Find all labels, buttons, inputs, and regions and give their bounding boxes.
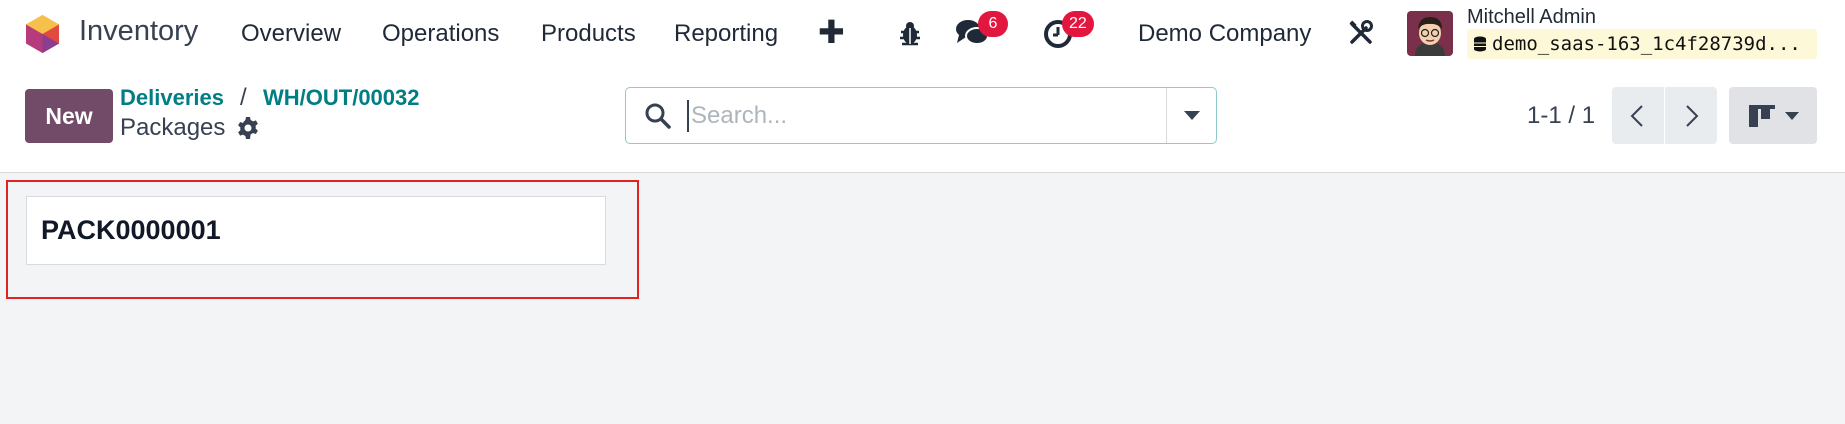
top-navbar: Inventory Overview Operations Products R… bbox=[0, 0, 1845, 67]
menu-item-reporting[interactable]: Reporting bbox=[674, 20, 778, 48]
app-name[interactable]: Inventory bbox=[79, 15, 198, 48]
menu-item-products[interactable]: Products bbox=[541, 20, 636, 48]
gear-icon[interactable] bbox=[236, 116, 260, 140]
search-options-toggle[interactable] bbox=[1167, 88, 1217, 143]
control-panel: New Deliveries / WH/OUT/00032 Packages 1… bbox=[0, 67, 1845, 173]
database-indicator: demo_saas-163_1c4f28739d... bbox=[1467, 29, 1817, 59]
page-title: Packages bbox=[120, 114, 226, 141]
search-input[interactable] bbox=[687, 100, 1167, 132]
breadcrumb-delivery-order[interactable]: WH/OUT/00032 bbox=[263, 85, 420, 111]
package-card[interactable]: PACK0000001 bbox=[26, 196, 606, 265]
caret-down-icon bbox=[1785, 112, 1799, 120]
database-name: demo_saas-163_1c4f28739d... bbox=[1492, 33, 1801, 55]
breadcrumb-deliveries[interactable]: Deliveries bbox=[120, 85, 224, 111]
breadcrumb-separator: / bbox=[240, 84, 247, 111]
pager-next-button[interactable] bbox=[1665, 87, 1717, 144]
new-button[interactable]: New bbox=[25, 89, 113, 143]
chevron-left-icon bbox=[1630, 105, 1643, 127]
bug-icon[interactable] bbox=[898, 20, 922, 46]
search-bar bbox=[625, 87, 1217, 144]
plus-icon[interactable]: ✚ bbox=[818, 13, 845, 51]
kanban-highlighted-area: PACK0000001 bbox=[6, 180, 639, 299]
messages-badge: 6 bbox=[978, 11, 1008, 37]
database-icon bbox=[1474, 36, 1486, 52]
pager-value[interactable]: 1-1 / 1 bbox=[1527, 102, 1595, 130]
caret-down-icon bbox=[1184, 111, 1200, 120]
chevron-right-icon bbox=[1686, 105, 1699, 127]
inventory-app-logo-icon[interactable] bbox=[24, 14, 61, 54]
user-avatar[interactable] bbox=[1407, 11, 1453, 56]
activities-badge: 22 bbox=[1062, 11, 1094, 37]
menu-item-operations[interactable]: Operations bbox=[382, 20, 499, 48]
tools-icon[interactable] bbox=[1348, 20, 1374, 46]
kanban-view-icon bbox=[1749, 105, 1775, 127]
search-icon bbox=[645, 103, 671, 129]
view-switcher-button[interactable] bbox=[1729, 87, 1817, 144]
package-name: PACK0000001 bbox=[41, 215, 221, 245]
pager-previous-button[interactable] bbox=[1612, 87, 1664, 144]
menu-item-overview[interactable]: Overview bbox=[241, 20, 341, 48]
company-switcher[interactable]: Demo Company bbox=[1138, 20, 1311, 48]
user-name[interactable]: Mitchell Admin bbox=[1467, 6, 1596, 29]
